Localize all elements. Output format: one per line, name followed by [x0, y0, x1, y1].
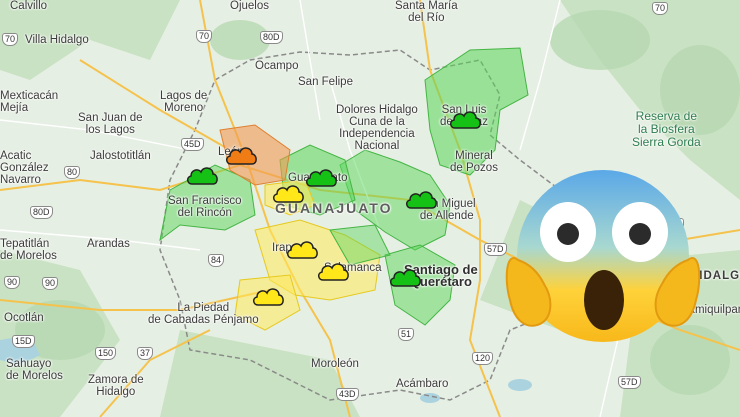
cloud-icon-green[interactable]: [404, 188, 438, 210]
place-zamora: Zamora de Hidalgo: [88, 374, 144, 398]
highway-shield: 84: [208, 254, 225, 267]
emoji-mouth: [584, 270, 624, 330]
highway-shield: 43D: [336, 388, 359, 401]
cloud-icon-green[interactable]: [185, 164, 219, 186]
highway-shield: 70: [196, 30, 213, 43]
highway-shield: 80D: [30, 206, 53, 219]
cloud-shape: [287, 241, 318, 259]
place-gonzalez: Acatic González Navarro: [0, 150, 49, 186]
place-lagos-de-moreno: Lagos de Moreno: [160, 90, 208, 114]
cloud-shape: [390, 269, 421, 287]
cloud-icon-yellow[interactable]: [271, 182, 305, 204]
highway-shield: 37: [137, 347, 154, 360]
highway-shield: 15D: [12, 335, 35, 348]
highway-shield: 70: [2, 33, 19, 46]
place-moroleon: Moroleón: [311, 358, 359, 370]
place-san-juan-de-los-lagos: San Juan de los Lagos: [78, 112, 143, 136]
highway-shield: 150: [95, 347, 117, 360]
cloud-shape: [306, 169, 337, 187]
place-mexticacan: Mexticacán Mejía: [0, 90, 59, 114]
place-dolores-hidalgo: Dolores Hidalgo Cuna de la Independencia…: [336, 104, 418, 152]
highway-shield: 45D: [181, 138, 204, 151]
cloud-icon-orange[interactable]: [224, 144, 258, 166]
cloud-shape: [450, 111, 481, 129]
place-santa-maria-del-rio: Santa María del Río: [395, 0, 458, 24]
place-ocampo: Ocampo: [255, 60, 299, 72]
place-arandas: Arandas: [87, 238, 130, 250]
cloud-icon-green[interactable]: [388, 266, 422, 288]
cloud-shape: [318, 263, 349, 281]
highway-shield: 70: [652, 2, 669, 15]
cloud-icon-yellow[interactable]: [285, 238, 319, 260]
highway-shield: 90: [42, 277, 59, 290]
place-calvillo: Calvillo: [10, 0, 48, 12]
highway-shield: 51: [398, 328, 415, 341]
place-villa-hidalgo: Villa Hidalgo: [25, 34, 89, 46]
cloud-icon-green[interactable]: [448, 108, 482, 130]
place-jalostotitlan: Jalostotitlán: [90, 150, 151, 162]
cloud-shape: [226, 147, 257, 165]
place-sahuayo: Sahuayo de Morelos: [6, 358, 63, 382]
highway-shield: 120: [472, 352, 494, 365]
emoji-right-pupil: [629, 223, 651, 245]
place-san-francisco-del-rincon: San Francisco del Rincón: [168, 195, 242, 219]
place-mineral-de-pozos: Mineral de Pozos: [450, 150, 498, 174]
map-view[interactable]: Calvillo Ojuelos Santa María del Río Vil…: [0, 0, 740, 417]
face-screaming-in-fear-icon: [505, 170, 701, 342]
highway-shield: 80D: [260, 31, 283, 44]
place-san-felipe: San Felipe: [298, 76, 353, 88]
highway-shield: 80: [64, 166, 81, 179]
place-tepatitlan: Tepatitlán de Morelos: [0, 238, 57, 262]
cloud-shape: [273, 185, 304, 203]
place-ocotlan: Ocotlán: [4, 312, 44, 324]
cloud-shape: [253, 288, 284, 306]
place-acambaro: Acámbaro: [396, 378, 449, 390]
place-reserva-sierra-gorda: Reserva de la Biosfera Sierra Gorda: [632, 109, 701, 149]
cloud-shape: [187, 167, 218, 185]
cloud-icon-green[interactable]: [304, 166, 338, 188]
cloud-icon-yellow[interactable]: [251, 285, 285, 307]
place-la-piedad: La Piedad de Cabadas Pénjamo: [148, 302, 259, 326]
emoji-left-pupil: [557, 223, 579, 245]
highway-shield: 57D: [618, 376, 641, 389]
cloud-shape: [406, 191, 437, 209]
cloud-icon-yellow[interactable]: [316, 260, 350, 282]
highway-shield: 90: [4, 276, 21, 289]
place-ojuelos: Ojuelos: [230, 0, 269, 12]
